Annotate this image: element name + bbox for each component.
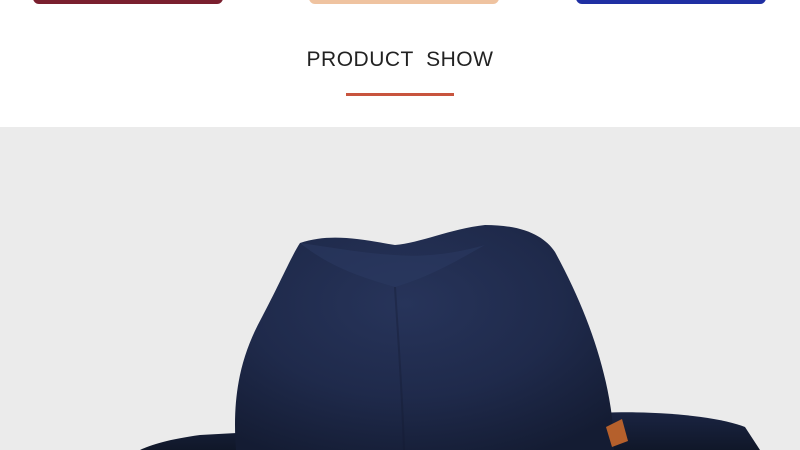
color-swatch-row: [0, 0, 800, 4]
color-swatch-royal-blue[interactable]: [576, 0, 766, 4]
color-swatch-wine[interactable]: [33, 0, 223, 4]
product-photo: [0, 127, 800, 450]
color-swatch-camel[interactable]: [309, 0, 499, 4]
title-underline: [346, 93, 454, 96]
fedora-hat-image: [140, 225, 760, 450]
section-title: PRODUCT SHOW: [306, 48, 494, 71]
